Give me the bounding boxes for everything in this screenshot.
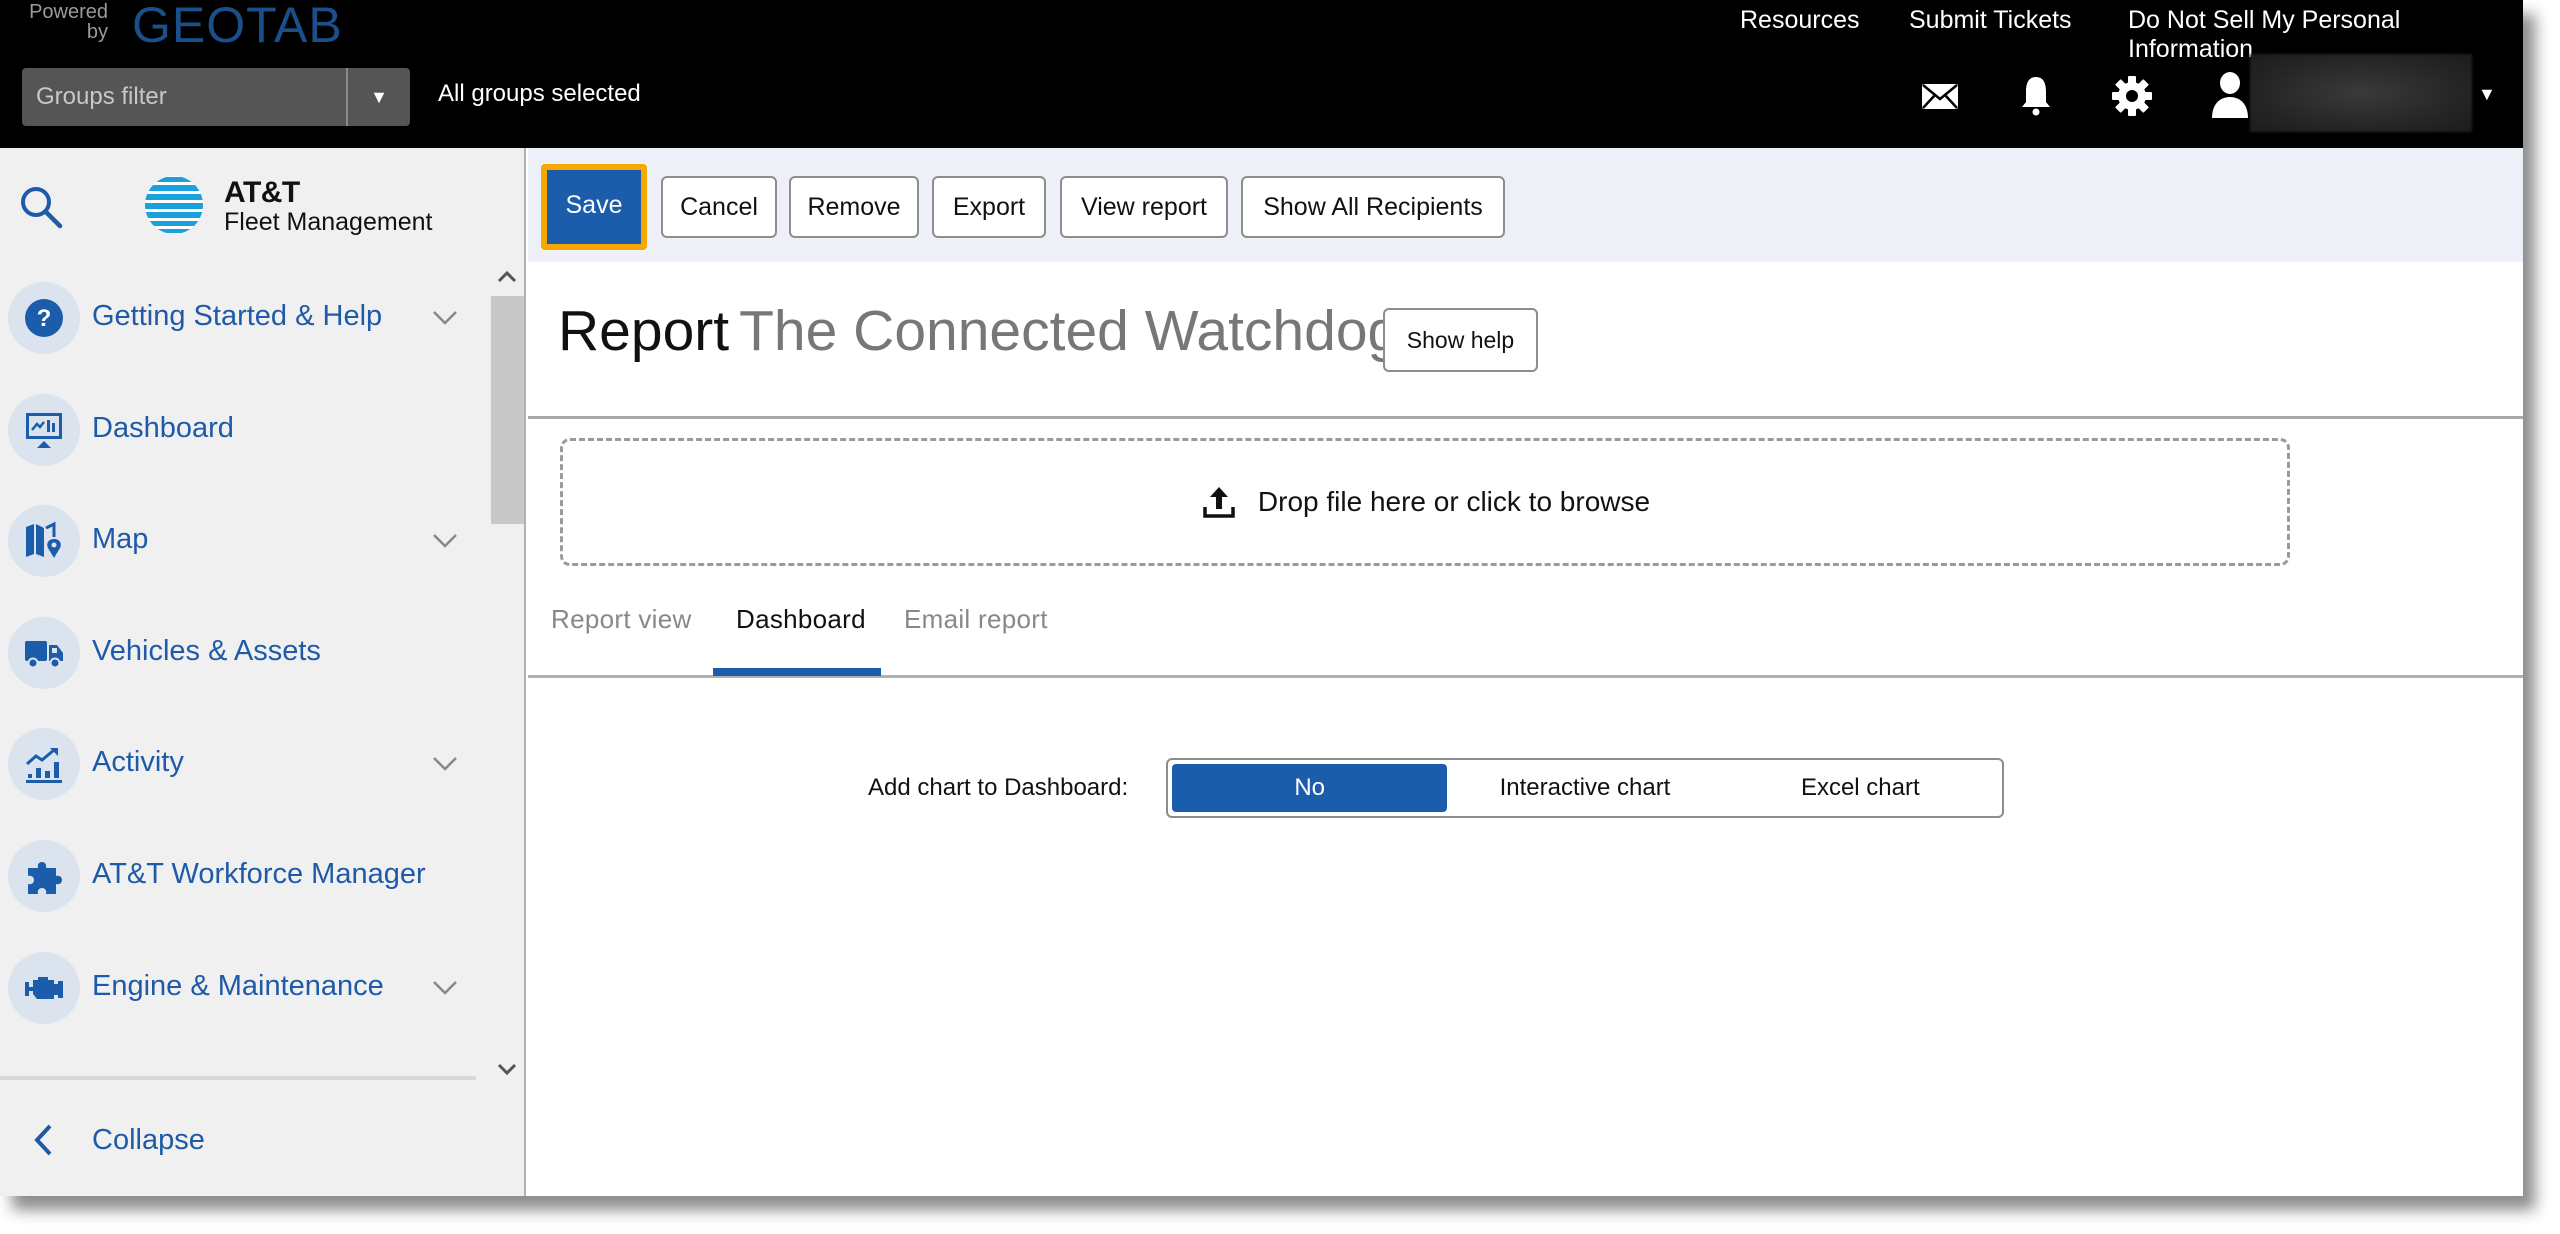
sidebar-item-label: Vehicles & Assets [92,635,321,667]
resources-link[interactable]: Resources [1740,6,1860,35]
cancel-button[interactable]: Cancel [661,176,777,238]
show-all-recipients-button[interactable]: Show All Recipients [1241,176,1505,238]
sidebar-overflow-divider [0,1076,476,1080]
groups-filter-dropdown[interactable]: Groups filter ▼ [22,68,410,126]
sidebar-item-label: Dashboard [92,412,234,444]
chevron-down-icon[interactable] [430,304,460,330]
gear-icon[interactable] [2110,74,2154,118]
sidebar-scrollbar-thumb[interactable] [491,296,524,524]
activity-chart-icon [8,728,80,800]
add-chart-segmented-control: No Interactive chart Excel chart [1166,758,2004,818]
chevron-down-icon[interactable] [430,527,460,553]
powered-by-text: Powered by [29,1,108,43]
mail-icon[interactable] [1918,74,1962,118]
dashboard-icon [8,394,80,466]
collapse-label: Collapse [92,1124,205,1156]
active-tab-indicator [713,668,881,676]
help-icon: ? [8,282,80,354]
sidebar-item-label: Map [92,523,149,555]
page-title: Report The Connected Watchdog [558,298,1399,364]
remove-button[interactable]: Remove [789,176,919,238]
sidebar-item-label: Activity [92,746,184,778]
save-button[interactable]: Save [541,164,647,250]
sidebar-item-activity[interactable]: Activity [0,714,490,814]
main-content: Save Cancel Remove Export View report Sh… [528,148,2523,1196]
chevron-down-icon[interactable] [430,974,460,1000]
user-name-redacted[interactable] [2250,54,2472,132]
toolbar: Save Cancel Remove Export View report Sh… [528,148,2523,262]
upload-icon [1203,487,1235,518]
engine-icon [8,952,80,1024]
option-excel-chart[interactable]: Excel chart [1723,764,1998,812]
top-bar: Powered by GEOTAB Resources Submit Ticket… [0,0,2523,148]
view-report-button[interactable]: View report [1060,176,1228,238]
sidebar-item-workforce-manager[interactable]: AT&T Workforce Manager [0,826,490,926]
sidebar-item-dashboard[interactable]: Dashboard [0,380,490,480]
search-icon[interactable] [18,184,64,230]
sidebar-item-map[interactable]: Map [0,491,490,591]
add-chart-label: Add chart to Dashboard: [868,774,1129,801]
groups-filter-placeholder: Groups filter [36,83,167,110]
truck-icon [8,617,80,689]
tab-email-report[interactable]: Email report [904,604,1048,635]
app-window: Powered by GEOTAB Resources Submit Ticket… [0,0,2523,1196]
sidebar-item-engine-maintenance[interactable]: Engine & Maintenance [0,938,490,1038]
geotab-logo[interactable]: GEOTAB [132,0,343,54]
map-icon [8,505,80,577]
sidebar-item-label: Engine & Maintenance [92,970,384,1002]
att-logo-subtitle: Fleet Management [224,208,433,236]
report-name: The Connected Watchdog [739,299,1400,363]
collapse-sidebar-button[interactable]: Collapse [0,1110,490,1170]
show-help-button[interactable]: Show help [1383,308,1538,372]
file-dropzone[interactable]: Drop file here or click to browse [560,438,2290,566]
att-logo-text: AT&T [224,176,300,209]
page-title-prefix: Report [558,299,730,363]
divider [528,416,2523,419]
user-icon[interactable] [2210,70,2250,120]
option-interactive-chart[interactable]: Interactive chart [1447,764,1722,812]
sidebar-item-label: AT&T Workforce Manager [92,858,426,890]
submit-tickets-link[interactable]: Submit Tickets [1909,6,2072,35]
chevron-left-icon [34,1124,52,1156]
sidebar-item-getting-started[interactable]: ? Getting Started & Help [0,268,490,368]
option-no[interactable]: No [1172,764,1448,812]
sidebar-item-vehicles-assets[interactable]: Vehicles & Assets [0,603,490,703]
svg-text:?: ? [37,305,52,332]
user-menu-caret-icon[interactable]: ▼ [2478,84,2496,105]
bell-icon[interactable] [2014,74,2058,118]
puzzle-icon [8,840,80,912]
export-button[interactable]: Export [932,176,1046,238]
chevron-down-icon[interactable]: ▼ [346,68,410,126]
scroll-down-icon[interactable] [494,1060,520,1080]
tab-report-view[interactable]: Report view [551,604,692,635]
dropzone-label: Drop file here or click to browse [1257,486,1651,517]
chevron-down-icon[interactable] [430,750,460,776]
sidebar: AT&T Fleet Management ? Getting Started … [0,148,526,1196]
sidebar-item-label: Getting Started & Help [92,300,383,332]
att-globe-logo [145,176,203,234]
groups-status-text: All groups selected [438,80,641,107]
tab-dashboard[interactable]: Dashboard [736,604,866,635]
scroll-up-icon[interactable] [494,266,520,286]
